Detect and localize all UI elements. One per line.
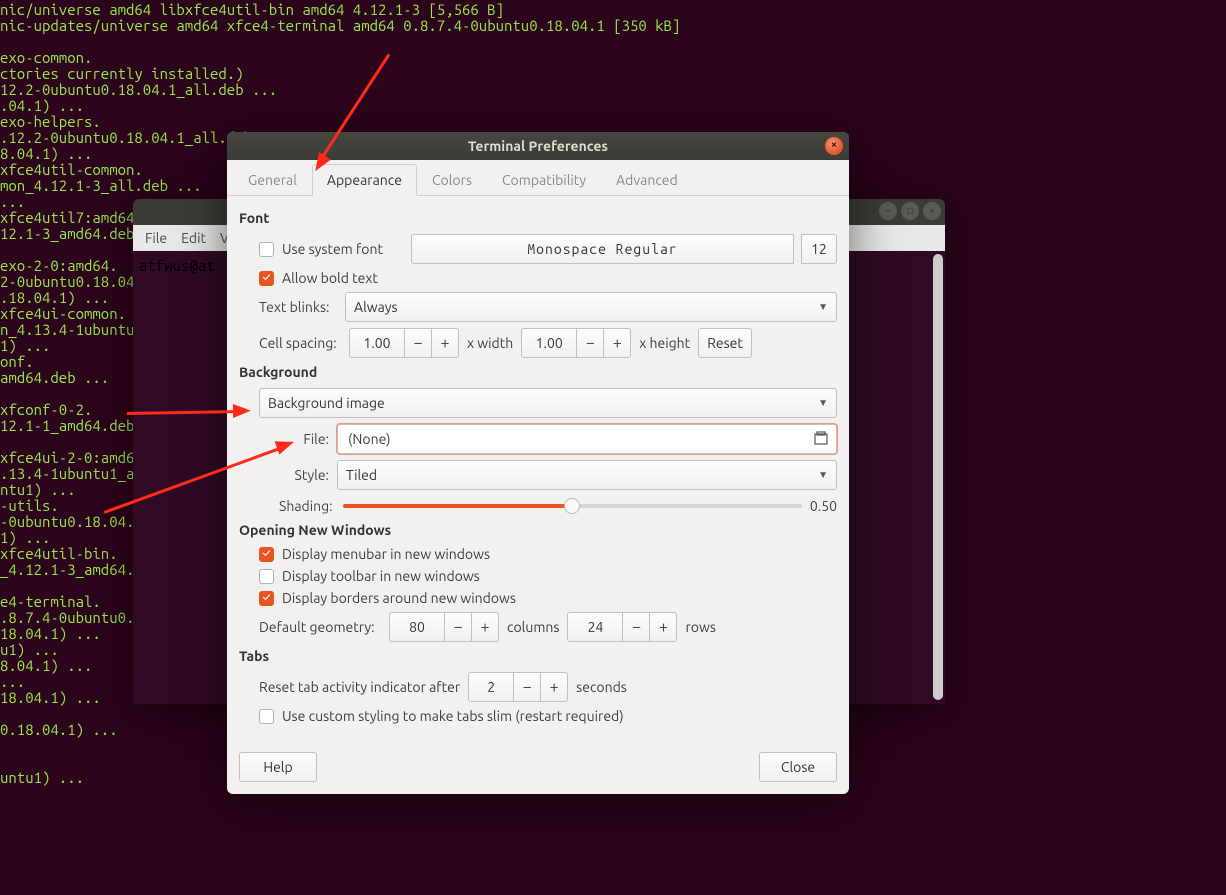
rows-minus[interactable]: −: [622, 612, 650, 642]
default-geometry-label: Default geometry:: [259, 619, 381, 635]
background-mode-dropdown[interactable]: Background image ▼: [259, 388, 837, 418]
help-button[interactable]: Help: [239, 752, 317, 782]
tab-bar: General Appearance Colors Compatibility …: [227, 160, 849, 196]
section-font: Font: [239, 210, 837, 226]
menu-edit[interactable]: Edit: [175, 230, 212, 246]
tab-general[interactable]: General: [233, 164, 312, 196]
allow-bold-checkbox[interactable]: ✓: [259, 271, 274, 286]
reset-seconds-input[interactable]: 2: [468, 672, 514, 702]
reset-activity-label-before: Reset tab activity indicator after: [259, 679, 460, 695]
reset-activity-label-after: seconds: [576, 679, 627, 695]
columns-minus[interactable]: −: [444, 612, 472, 642]
custom-styling-label: Use custom styling to make tabs slim (re…: [282, 708, 624, 724]
maximize-icon[interactable]: □: [901, 202, 919, 220]
columns-plus[interactable]: +: [471, 612, 499, 642]
close-icon[interactable]: ×: [923, 202, 941, 220]
display-toolbar-label: Display toolbar in new windows: [282, 568, 480, 584]
menu-file[interactable]: File: [139, 230, 173, 246]
cell-height-minus[interactable]: −: [576, 328, 604, 358]
cell-height-suffix: x height: [639, 335, 690, 351]
custom-styling-checkbox[interactable]: [259, 709, 274, 724]
file-label: File:: [279, 431, 329, 447]
file-input[interactable]: (None): [337, 424, 837, 454]
chevron-down-icon: ▼: [818, 301, 828, 313]
style-dropdown[interactable]: Tiled ▼: [337, 460, 837, 490]
minimize-icon[interactable]: –: [879, 202, 897, 220]
style-label: Style:: [279, 467, 329, 483]
shading-slider[interactable]: [343, 496, 802, 516]
section-background: Background: [239, 364, 837, 380]
tab-advanced[interactable]: Advanced: [601, 164, 693, 196]
dialog-title: Terminal Preferences: [468, 138, 608, 154]
display-borders-label: Display borders around new windows: [282, 590, 516, 606]
scrollbar[interactable]: [933, 254, 943, 700]
tab-colors[interactable]: Colors: [417, 164, 487, 196]
chevron-down-icon: ▼: [818, 397, 828, 409]
display-borders-checkbox[interactable]: ✓: [259, 591, 274, 606]
preferences-dialog: Terminal Preferences × General Appearanc…: [227, 132, 849, 794]
shading-label: Shading:: [279, 498, 335, 514]
columns-suffix: columns: [507, 619, 559, 635]
columns-input[interactable]: 80: [389, 612, 445, 642]
display-toolbar-checkbox[interactable]: [259, 569, 274, 584]
shading-value: 0.50: [810, 498, 837, 514]
prompt-user: atfwus: [139, 257, 189, 274]
reset-seconds-plus[interactable]: +: [540, 672, 568, 702]
reset-seconds-minus[interactable]: −: [513, 672, 541, 702]
section-tabs: Tabs: [239, 648, 837, 664]
tab-appearance[interactable]: Appearance: [312, 164, 417, 196]
cell-width-input[interactable]: 1.00: [349, 328, 405, 358]
tab-compatibility[interactable]: Compatibility: [487, 164, 601, 196]
cell-spacing-label: Cell spacing:: [259, 335, 341, 351]
use-system-font-label: Use system font: [282, 241, 383, 257]
cell-height-plus[interactable]: +: [603, 328, 631, 358]
allow-bold-label: Allow bold text: [282, 270, 378, 286]
cell-height-input[interactable]: 1.00: [521, 328, 577, 358]
dialog-titlebar[interactable]: Terminal Preferences ×: [227, 132, 849, 160]
slider-thumb[interactable]: [564, 498, 580, 514]
cell-width-minus[interactable]: −: [404, 328, 432, 358]
display-menubar-label: Display menubar in new windows: [282, 546, 490, 562]
close-icon[interactable]: ×: [825, 137, 843, 155]
file-value: (None): [348, 431, 391, 447]
rows-plus[interactable]: +: [649, 612, 677, 642]
text-blinks-dropdown[interactable]: Always ▼: [345, 292, 837, 322]
font-picker-button[interactable]: Monospace Regular: [411, 234, 794, 264]
rows-input[interactable]: 24: [567, 612, 623, 642]
section-opening-windows: Opening New Windows: [239, 522, 837, 538]
use-system-font-checkbox[interactable]: [259, 242, 274, 257]
cell-width-plus[interactable]: +: [431, 328, 459, 358]
rows-suffix: rows: [685, 619, 715, 635]
reset-button[interactable]: Reset: [698, 328, 752, 358]
chevron-down-icon: ▼: [818, 469, 828, 481]
close-button[interactable]: Close: [759, 752, 837, 782]
file-browse-icon[interactable]: [810, 428, 832, 450]
display-menubar-checkbox[interactable]: ✓: [259, 547, 274, 562]
cell-width-suffix: x width: [467, 335, 513, 351]
text-blinks-label: Text blinks:: [259, 299, 337, 315]
font-size-button[interactable]: 12: [801, 234, 837, 264]
